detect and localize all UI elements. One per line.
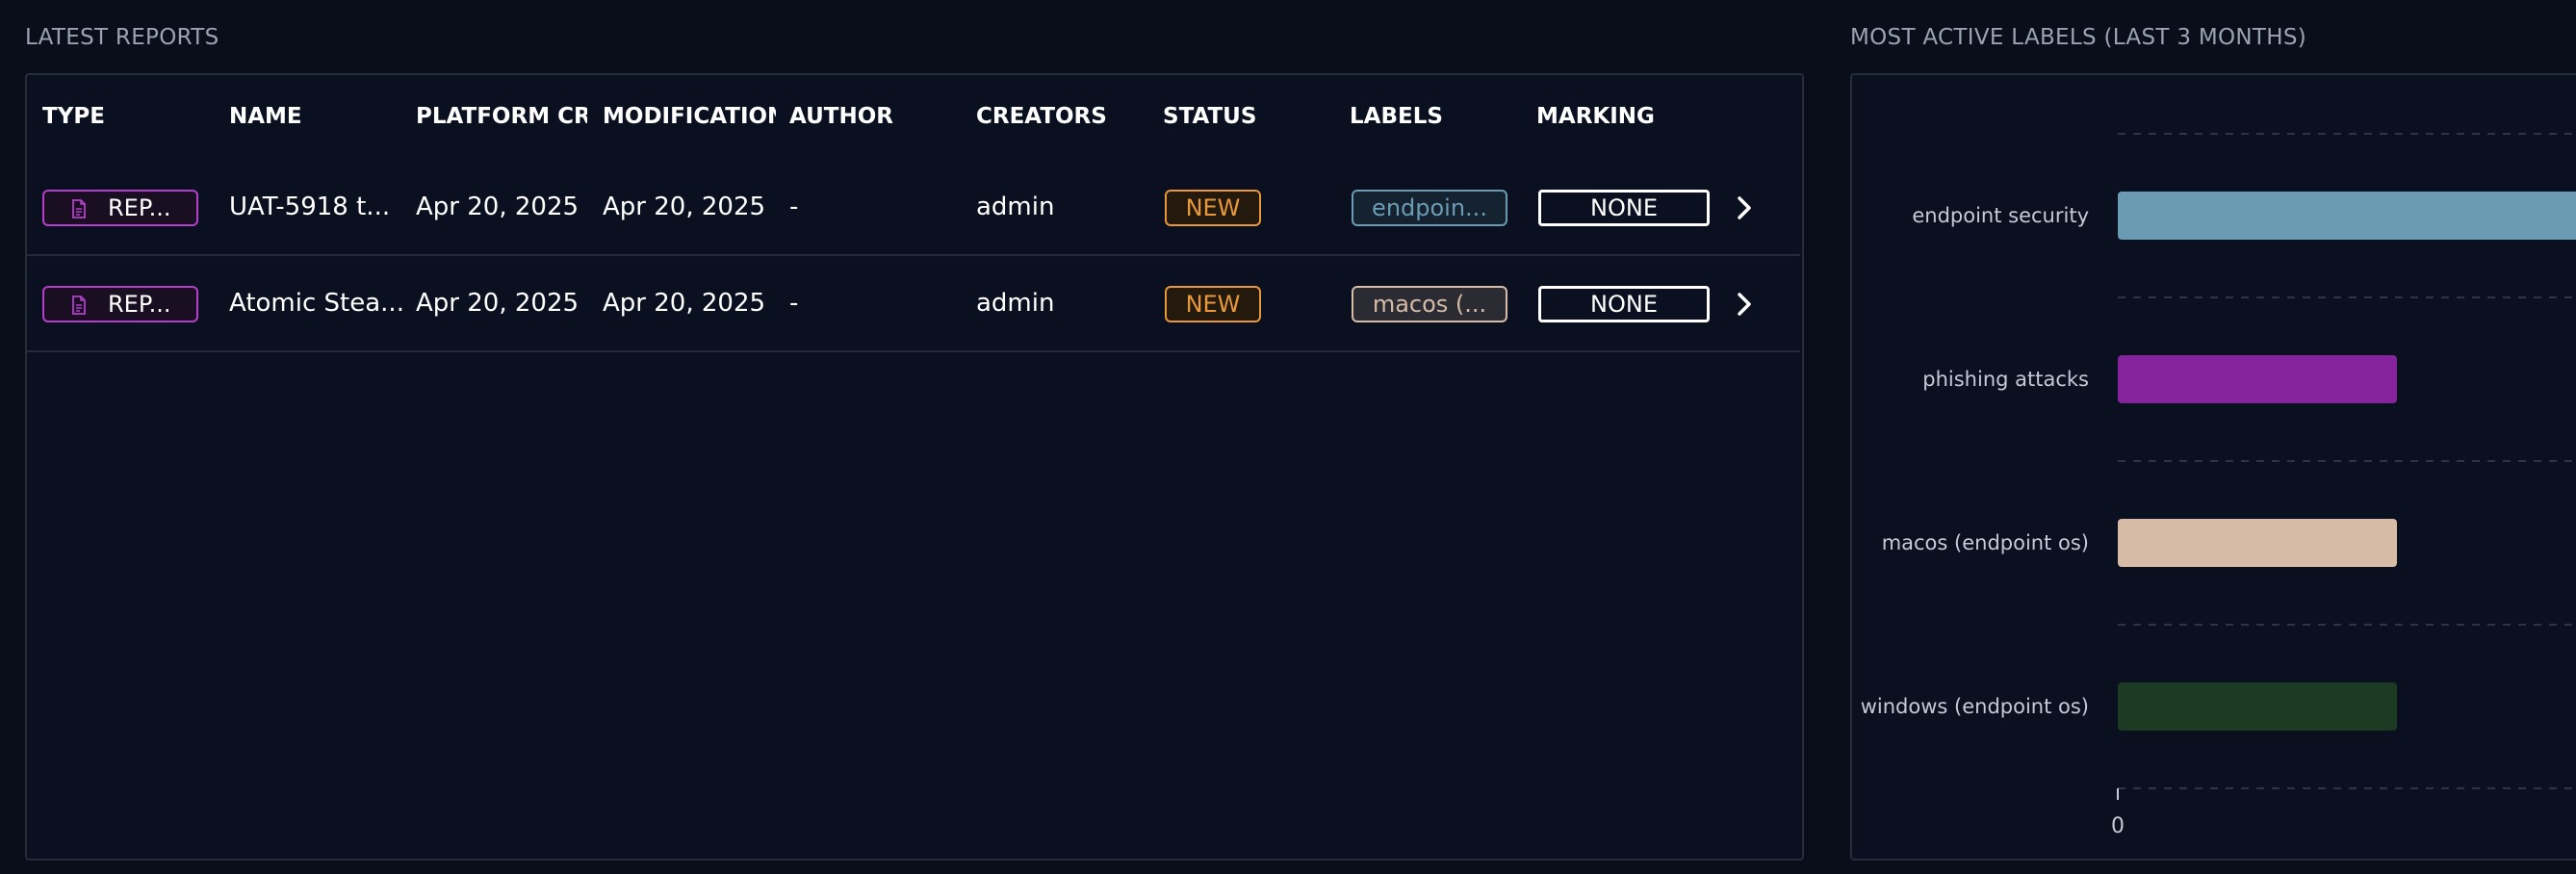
category-label: macos (endpoint os) [1882, 531, 2089, 554]
bar-windows-endpoint-os- [2118, 682, 2397, 731]
most-active-labels-chart: endpoint security phishing attacks macos (… [1850, 73, 2576, 861]
column-header-type[interactable]: TYPE [42, 104, 216, 129]
entity-type-chip: REP... [42, 190, 198, 226]
column-header-status[interactable]: STATUS [1163, 104, 1336, 129]
modification-date: Apr 20, 2025 [603, 193, 766, 221]
label-chip[interactable]: endpoin... [1352, 190, 1507, 226]
latest-reports-table: TYPE NAME PLATFORM CREA MODIFICATION AUT… [25, 73, 1804, 861]
entity-type-label: REP... [108, 194, 171, 221]
most-active-labels-title: MOST ACTIVE LABELS (LAST 3 MONTHS) [1850, 25, 2307, 50]
column-header-platform-created[interactable]: PLATFORM CREA [416, 104, 587, 129]
document-icon [72, 296, 86, 315]
report-name: Atomic Stea... [229, 289, 402, 318]
chevron-right-icon[interactable] [1733, 291, 1756, 318]
document-icon [72, 199, 86, 218]
column-header-name[interactable]: NAME [229, 104, 402, 129]
entity-type-label: REP... [108, 291, 171, 318]
column-header-marking[interactable]: MARKING [1536, 104, 1710, 129]
status-badge: NEW [1165, 286, 1261, 322]
platform-created-date: Apr 20, 2025 [416, 193, 580, 221]
category-label: endpoint security [1912, 204, 2089, 227]
chevron-right-icon[interactable] [1733, 194, 1756, 221]
x-tick-label: 0 [2111, 814, 2125, 838]
labels-bar-chart: endpoint security phishing attacks macos (… [1861, 133, 2576, 838]
creators: admin [976, 193, 1055, 221]
status-badge: NEW [1165, 190, 1261, 226]
entity-type-chip: REP... [42, 286, 198, 322]
category-label: windows (endpoint os) [1861, 695, 2089, 718]
bar-phishing-attacks [2118, 355, 2397, 403]
bar-macos-endpoint-os- [2118, 519, 2397, 567]
bar-endpoint-security [2118, 192, 2576, 240]
author: - [789, 289, 799, 318]
author: - [789, 193, 799, 221]
creators: admin [976, 289, 1055, 318]
label-chip[interactable]: macos (... [1352, 286, 1507, 322]
column-header-modification[interactable]: MODIFICATION [603, 104, 776, 129]
column-header-labels[interactable]: LABELS [1350, 104, 1523, 129]
marking-chip: NONE [1538, 190, 1710, 226]
platform-created-date: Apr 20, 2025 [416, 289, 580, 318]
column-header-author[interactable]: AUTHOR [789, 104, 963, 129]
report-name: UAT-5918 t... [229, 193, 391, 221]
column-header-creators[interactable]: CREATORS [976, 104, 1149, 129]
table-header: TYPE NAME PLATFORM CREA MODIFICATION AUT… [27, 75, 1802, 160]
modification-date: Apr 20, 2025 [603, 289, 766, 318]
table-row[interactable]: REP... UAT-5918 t... Apr 20, 2025 Apr 20… [27, 160, 1800, 256]
latest-reports-title: LATEST REPORTS [25, 25, 219, 50]
marking-chip: NONE [1538, 286, 1710, 322]
table-row[interactable]: REP... Atomic Stea... Apr 20, 2025 Apr 2… [27, 256, 1800, 352]
category-label: phishing attacks [1922, 368, 2089, 391]
